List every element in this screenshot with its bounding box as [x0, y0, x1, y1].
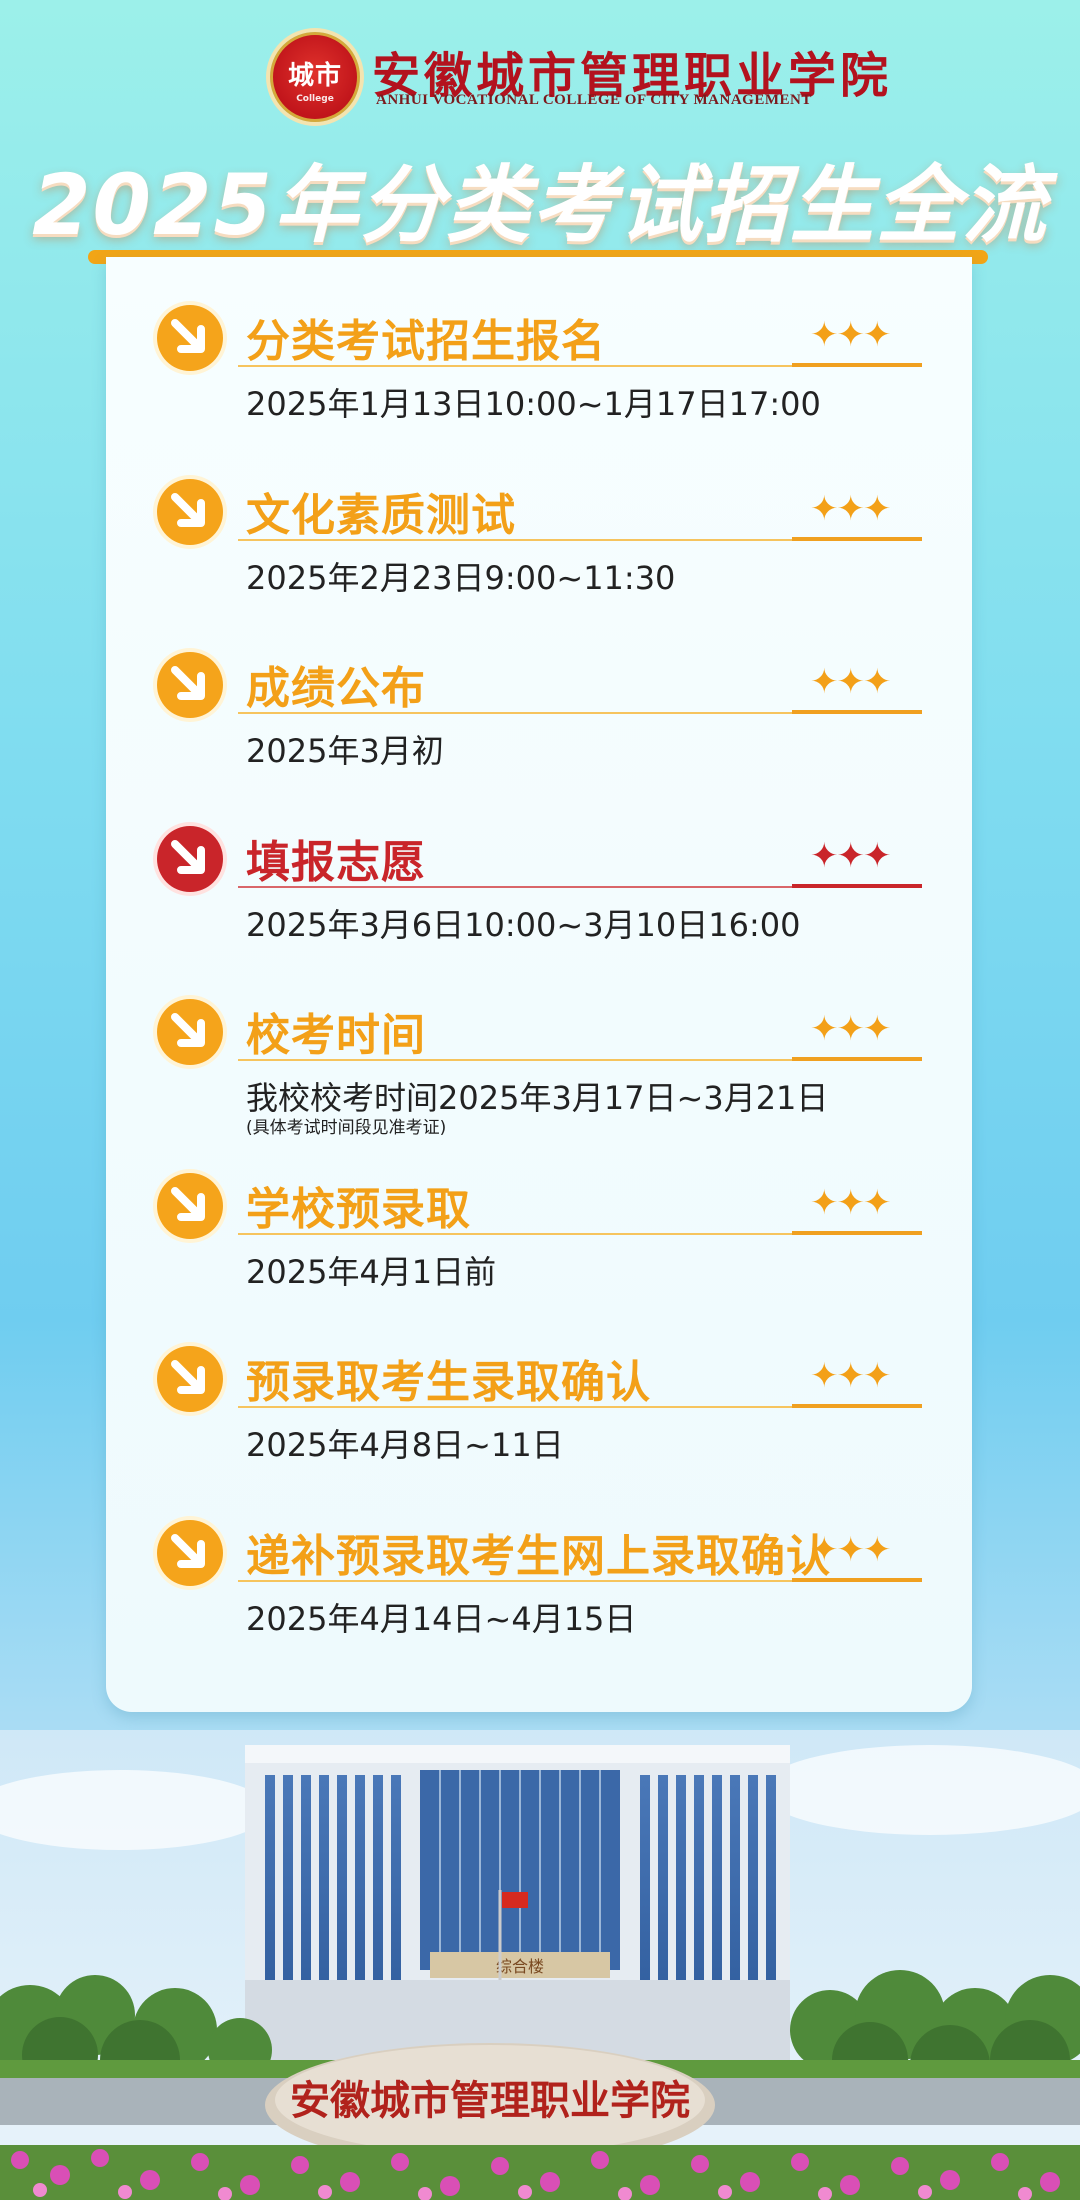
- stars-icon: ✦✦✦: [810, 315, 891, 355]
- step-divider-accent: [792, 710, 922, 714]
- process-card: 分类考试招生报名 ✦✦✦ 2025年1月13日10:00~1月17日17:00 文化素…: [106, 257, 972, 1712]
- step-title: 校考时间: [246, 1010, 426, 1061]
- step-title: 文化素质测试: [246, 489, 516, 541]
- step-title: 填报志愿: [246, 836, 426, 888]
- process-step: 文化素质测试 ✦✦✦ 2025年2月23日9:00~11:30: [106, 471, 972, 621]
- step-title: 预录取考生录取确认: [246, 1357, 651, 1408]
- stars-icon: ✦✦✦: [810, 1182, 891, 1223]
- school-name-en: ANHUI VOCATIONAL COLLEGE OF CITY MANAGEM…: [376, 92, 812, 108]
- arrow-icon: [157, 1519, 223, 1586]
- step-date: 2025年2月23日9:00~11:30: [246, 558, 676, 597]
- process-step: 校考时间 ✦✦✦ 我校校考时间2025年3月17日~3月21日 (具体考试时间段见准考…: [106, 991, 972, 1141]
- process-step: 成绩公布 ✦✦✦ 2025年3月初: [106, 644, 972, 794]
- step-date: 2025年1月13日10:00~1月17日17:00: [246, 385, 821, 423]
- process-step: 填报志愿 ✦✦✦ 2025年3月6日10:00~3月10日16:00: [106, 818, 972, 968]
- arrow-icon: [157, 478, 223, 545]
- step-title: 递补预录取考生网上录取确认: [246, 1530, 831, 1582]
- campus-building-illustration: 综合楼 安徽城市管理职业学院: [0, 1730, 1080, 2200]
- stars-icon: ✦✦✦: [810, 488, 891, 529]
- arrow-icon: [157, 999, 223, 1065]
- stars-icon: ✦✦✦: [810, 1009, 891, 1049]
- step-title: 分类考试招生报名: [246, 316, 606, 367]
- step-date: 2025年3月6日10:00~3月10日16:00: [246, 905, 801, 944]
- arrow-icon: [157, 305, 223, 371]
- header: 城市 College 安徽城市管理职业学院 ANHUI VOCATIONAL C…: [0, 28, 1080, 122]
- stars-icon: ✦✦✦: [810, 1529, 891, 1570]
- step-divider-accent: [792, 363, 922, 367]
- campus-photo: 综合楼 安徽城市管理职业学院: [0, 1730, 1080, 2200]
- arrow-icon: [157, 652, 223, 718]
- building-sign: 综合楼: [496, 1958, 544, 1976]
- arrow-icon: [157, 1346, 223, 1412]
- arrow-icon: [157, 825, 223, 892]
- stone-inscription: 安徽城市管理职业学院: [290, 2077, 690, 2124]
- emblem-subtext: College: [296, 94, 334, 104]
- step-date: 2025年4月1日前: [246, 1252, 497, 1291]
- stars-icon: ✦✦✦: [810, 662, 891, 702]
- process-step: 预录取考生录取确认 ✦✦✦ 2025年4月8日~11日: [106, 1338, 972, 1488]
- arrow-icon: [157, 1172, 223, 1239]
- step-divider-accent: [792, 1057, 922, 1061]
- stars-icon: ✦✦✦: [810, 1356, 891, 1396]
- step-title: 成绩公布: [246, 663, 426, 714]
- step-divider-accent: [792, 536, 922, 541]
- step-divider-accent: [792, 1404, 922, 1408]
- step-date: 2025年4月8日~11日: [246, 1426, 564, 1464]
- process-step: 分类考试招生报名 ✦✦✦ 2025年1月13日10:00~1月17日17:00: [106, 297, 972, 447]
- stars-icon: ✦✦✦: [810, 835, 891, 876]
- step-divider-accent: [792, 883, 922, 888]
- emblem-text: 城市: [287, 61, 342, 91]
- college-logo-emblem: 城市 College: [270, 32, 360, 122]
- step-title: 学校预录取: [246, 1183, 471, 1235]
- process-step: 学校预录取 ✦✦✦ 2025年4月1日前: [106, 1165, 972, 1315]
- step-date: 2025年3月初: [246, 732, 444, 770]
- step-divider-accent: [792, 1577, 922, 1582]
- step-note: (具体考试时间段见准考证): [246, 1118, 447, 1138]
- process-step: 递补预录取考生网上录取确认 ✦✦✦ 2025年4月14日~4月15日: [106, 1512, 972, 1662]
- step-date: 2025年4月14日~4月15日: [246, 1599, 637, 1638]
- step-divider-accent: [792, 1230, 922, 1235]
